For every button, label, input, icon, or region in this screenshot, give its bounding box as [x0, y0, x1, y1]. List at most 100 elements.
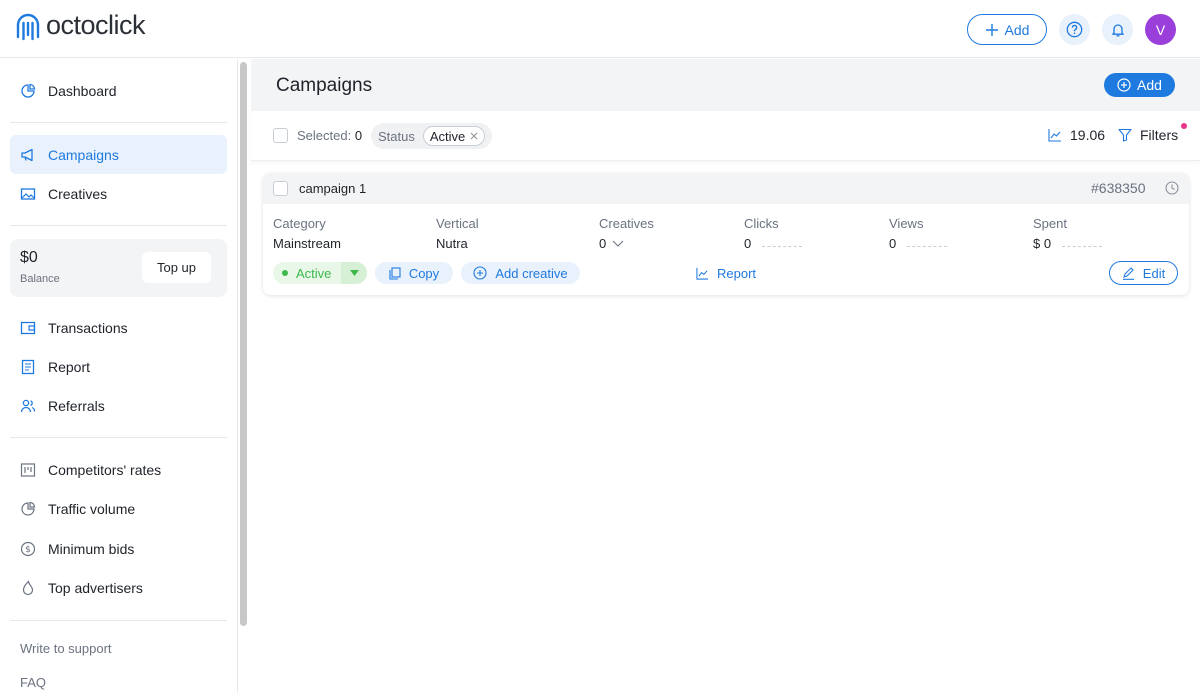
page-title: Campaigns	[276, 75, 373, 96]
category-value: Mainstream	[273, 236, 341, 251]
views-label: Views	[889, 216, 924, 231]
report-label: Report	[717, 265, 757, 281]
flame-icon	[22, 579, 34, 595]
image-icon	[20, 187, 36, 200]
sidebar-divider	[10, 437, 227, 438]
sidebar-item-top-advertisers[interactable]: Top advertisers	[10, 568, 227, 607]
edit-label: Edit	[1142, 265, 1166, 281]
spent-value: $ 0	[1033, 236, 1052, 251]
status-chip[interactable]: Active	[422, 126, 486, 146]
spent-sparkline	[1062, 246, 1102, 247]
logo-text: octoclick	[46, 10, 146, 40]
add-campaign-button[interactable]: Add	[1104, 73, 1175, 97]
header-add-button[interactable]: Add	[967, 14, 1047, 45]
logo[interactable]: octoclick	[14, 10, 146, 41]
sidebar-divider	[10, 620, 227, 621]
faq-link[interactable]: FAQ	[20, 675, 46, 690]
sidebar-item-competitors-rates[interactable]: Competitors' rates	[10, 450, 227, 489]
filters-label: Filters	[1140, 127, 1179, 143]
selected-label: Selected:	[297, 128, 352, 143]
sidebar-item-label: Creatives	[48, 185, 108, 202]
document-icon	[21, 359, 35, 374]
sidebar-item-dashboard[interactable]: Dashboard	[10, 71, 227, 110]
campaign-card: campaign 1 #638350 Category Mainstream V…	[263, 173, 1189, 295]
plus-circle-icon	[473, 266, 487, 280]
campaign-name[interactable]: campaign 1	[299, 181, 366, 196]
octopus-logo-icon	[16, 13, 40, 40]
top-bar: octoclick Add V	[0, 0, 1200, 58]
sidebar-item-label: Transactions	[48, 319, 128, 336]
status-dot-icon	[282, 270, 288, 276]
selected-count: 0	[354, 128, 363, 143]
copy-label: Copy	[408, 265, 440, 281]
selected-counter: Selected: 0	[297, 128, 362, 143]
filter-notification-dot	[1181, 123, 1187, 129]
sidebar: Dashboard Campaigns Creatives $0 Balance…	[0, 59, 238, 693]
campaign-checkbox[interactable]	[273, 181, 288, 196]
top-up-button[interactable]: Top up	[142, 252, 211, 283]
campaign-card-header: campaign 1 #638350	[263, 173, 1189, 204]
sidebar-item-traffic-volume[interactable]: Traffic volume	[10, 489, 227, 528]
status-display: Active	[273, 266, 341, 281]
notifications-button[interactable]	[1102, 14, 1133, 45]
help-icon	[1066, 21, 1083, 38]
edit-campaign-button[interactable]: Edit	[1109, 261, 1178, 285]
creatives-dropdown[interactable]: 0	[599, 236, 624, 251]
sidebar-divider	[10, 122, 227, 123]
views-sparkline	[907, 246, 947, 247]
close-icon[interactable]	[470, 132, 478, 140]
sidebar-item-label: Top advertisers	[48, 579, 143, 596]
ctr-value: 19.06	[1070, 127, 1106, 143]
sidebar-item-creatives[interactable]: Creatives	[10, 174, 227, 213]
creatives-value: 0	[599, 236, 607, 251]
pencil-icon	[1122, 266, 1134, 280]
clicks-value: 0	[744, 236, 752, 251]
clock-icon[interactable]	[1165, 181, 1179, 195]
category-label: Category	[273, 216, 326, 231]
copy-campaign-button[interactable]: Copy	[375, 262, 453, 284]
bell-icon	[1111, 23, 1124, 36]
copy-icon	[389, 266, 401, 280]
megaphone-icon	[21, 148, 33, 161]
sidebar-item-label: Minimum bids	[48, 540, 135, 557]
balance-label: Balance	[20, 273, 60, 285]
campaign-report-link[interactable]: Report	[696, 262, 756, 284]
sidebar-item-label: Campaigns	[48, 146, 119, 163]
add-creative-button[interactable]: Add creative	[461, 262, 580, 284]
select-all-checkbox[interactable]	[273, 128, 288, 143]
sidebar-item-report[interactable]: Report	[10, 347, 227, 386]
help-button[interactable]	[1059, 14, 1090, 45]
sidebar-item-label: Competitors' rates	[48, 461, 162, 478]
balance-card: $0 Balance Top up	[10, 239, 227, 297]
caret-down-icon	[349, 270, 359, 276]
sidebar-item-campaigns[interactable]: Campaigns	[10, 135, 227, 174]
plus-circle-icon	[1117, 78, 1131, 92]
chevron-down-icon	[612, 240, 624, 247]
bars-icon	[20, 462, 36, 477]
views-value: 0	[889, 236, 897, 251]
filters-button[interactable]: Filters	[1118, 127, 1178, 143]
sidebar-item-label: Traffic volume	[48, 500, 136, 517]
dollar-icon: $	[20, 541, 36, 556]
vertical-value: Nutra	[436, 236, 468, 251]
write-to-support-link[interactable]: Write to support	[20, 641, 112, 656]
sidebar-item-minimum-bids[interactable]: $ Minimum bids	[10, 529, 227, 568]
avatar[interactable]: V	[1145, 14, 1176, 45]
add-campaign-label: Add	[1137, 77, 1162, 93]
sidebar-divider	[10, 225, 227, 226]
campaign-status-dropdown[interactable]: Active	[273, 262, 367, 284]
line-chart-icon	[1048, 129, 1061, 142]
ctr-indicator[interactable]: 19.06	[1048, 127, 1105, 143]
spent-label: Spent	[1033, 216, 1067, 231]
page-header: Campaigns Add	[251, 59, 1200, 111]
campaign-status-label: Active	[296, 265, 332, 281]
clicks-sparkline	[762, 246, 802, 247]
sidebar-item-transactions[interactable]: Transactions	[10, 308, 227, 347]
sidebar-item-referrals[interactable]: Referrals	[10, 386, 227, 425]
sidebar-scrollbar[interactable]	[240, 62, 247, 626]
wallet-icon	[20, 321, 36, 334]
line-chart-icon	[696, 267, 709, 280]
status-dropdown-toggle[interactable]	[341, 262, 367, 284]
pie-chart-icon	[21, 501, 36, 516]
status-filter[interactable]: Status Active	[371, 123, 493, 149]
